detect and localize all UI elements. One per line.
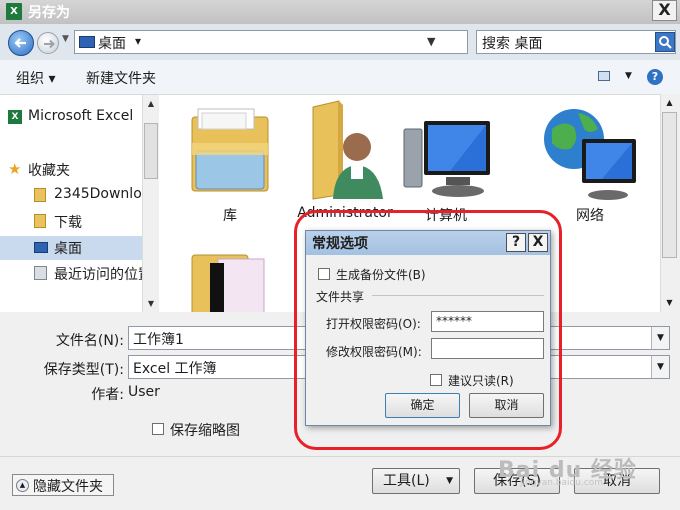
watermark-url: jingyan.baidu.com <box>520 478 604 488</box>
filename-dropdown-icon[interactable]: ▼ <box>651 327 669 349</box>
sidebar-item-desktop[interactable]: 桌面 <box>0 236 142 260</box>
scroll-up-icon[interactable]: ▲ <box>661 94 678 111</box>
navigation-pane: X Microsoft Excel ★ 收藏夹 2345Downloads 下载… <box>0 94 160 312</box>
tools-label: 工具(L) <box>383 473 430 489</box>
address-location[interactable]: 桌面 <box>98 33 126 53</box>
save-thumbnail-checkbox[interactable] <box>152 423 164 435</box>
sidebar-item-label: 下载 <box>54 215 82 231</box>
filetype-label: 保存类型(T): <box>43 362 124 378</box>
filename-value[interactable]: 工作簿1 <box>133 329 184 349</box>
save-thumbnail-label: 保存缩略图 <box>170 423 240 439</box>
sidebar-item-label: 2345Downloads <box>54 186 142 202</box>
desktop-icon <box>79 36 95 48</box>
title-bar: X 另存为 X <box>0 0 680 24</box>
file-scrollbar[interactable]: ▲ ▼ <box>660 94 678 312</box>
hide-folders-button[interactable]: ▲ 隐藏文件夹 <box>12 474 114 496</box>
view-options-chevron-icon[interactable]: ▼ <box>625 71 632 81</box>
forward-arrow-icon <box>44 39 55 49</box>
address-bar-row: ▼ 桌面 ▾ ▼ ⟲ 搜索 桌面 <box>0 24 680 60</box>
excel-icon: X <box>8 110 22 124</box>
sidebar-item-2345downloads[interactable]: 2345Downloads <box>0 184 142 208</box>
scroll-thumb[interactable] <box>144 123 158 179</box>
folder-icon <box>191 254 265 312</box>
chevron-up-icon: ▲ <box>16 479 29 492</box>
scroll-down-icon[interactable]: ▼ <box>143 295 159 312</box>
sidebar-item-downloads[interactable]: 下载 <box>0 210 142 234</box>
address-field[interactable]: 桌面 ▾ ▼ ⟲ <box>74 30 539 54</box>
excel-icon: X <box>6 3 22 20</box>
command-toolbar: 组织 ▾ 新建文件夹 ▼ ? <box>0 60 680 94</box>
filetype-dropdown-icon[interactable]: ▼ <box>651 356 669 378</box>
search-icon <box>659 36 672 49</box>
author-value[interactable]: User <box>128 384 160 400</box>
change-view-icon[interactable] <box>598 71 610 81</box>
filename-label: 文件名(N): <box>55 333 124 349</box>
window-title: 另存为 <box>28 5 70 21</box>
sidebar-item-recent-places[interactable]: 最近访问的位置 <box>0 262 142 286</box>
file-item-label: 库 <box>223 208 237 224</box>
star-icon: ★ <box>8 160 22 178</box>
sidebar-item-label: 收藏夹 <box>28 163 70 179</box>
desktop-icon <box>34 242 48 253</box>
highlight-annotation <box>294 210 562 450</box>
chevron-down-icon: ▼ <box>446 476 453 486</box>
back-arrow-icon <box>14 38 26 48</box>
organize-menu[interactable]: 组织 ▾ <box>16 68 55 88</box>
help-icon[interactable]: ? <box>647 69 663 85</box>
sidebar-item-label: 桌面 <box>54 241 82 257</box>
search-input[interactable]: 搜索 桌面 <box>476 30 676 54</box>
hide-folders-label: 隐藏文件夹 <box>33 479 103 495</box>
sidebar-item-label: 最近访问的位置 <box>54 267 142 283</box>
file-item-network[interactable]: 网络 <box>540 99 640 229</box>
tools-button[interactable]: 工具(L) ▼ <box>372 468 460 494</box>
breadcrumb-chevron-icon[interactable]: ▾ <box>135 34 141 48</box>
history-dropdown-icon[interactable]: ▼ <box>62 34 69 44</box>
file-item-document-folder[interactable] <box>180 235 280 312</box>
library-folder-icon <box>191 108 269 192</box>
author-label: 作者: <box>91 387 124 403</box>
close-button[interactable]: X <box>652 0 677 21</box>
scroll-thumb[interactable] <box>662 112 677 258</box>
nav-scrollbar[interactable]: ▲ ▼ <box>142 95 159 312</box>
address-dropdown-icon[interactable]: ▼ <box>427 35 435 48</box>
network-icon <box>544 109 636 200</box>
sidebar-item-favorites[interactable]: ★ 收藏夹 <box>0 158 142 182</box>
search-button[interactable] <box>655 32 675 52</box>
forward-button[interactable] <box>37 32 59 54</box>
scroll-up-icon[interactable]: ▲ <box>143 95 159 112</box>
sidebar-item-microsoft-excel[interactable]: X Microsoft Excel <box>0 106 142 130</box>
user-folder-icon <box>312 100 383 200</box>
folder-icon <box>34 188 46 202</box>
recent-places-icon <box>34 266 47 280</box>
file-item-library[interactable]: 库 <box>180 99 280 229</box>
scroll-down-icon[interactable]: ▼ <box>661 294 678 311</box>
filetype-value[interactable]: Excel 工作簿 <box>133 358 217 378</box>
sidebar-item-label: Microsoft Excel <box>28 108 134 124</box>
back-button[interactable] <box>8 30 34 56</box>
computer-icon <box>403 121 490 197</box>
search-placeholder: 搜索 桌面 <box>482 36 543 52</box>
download-folder-icon <box>34 214 46 228</box>
new-folder-button[interactable]: 新建文件夹 <box>86 68 156 88</box>
